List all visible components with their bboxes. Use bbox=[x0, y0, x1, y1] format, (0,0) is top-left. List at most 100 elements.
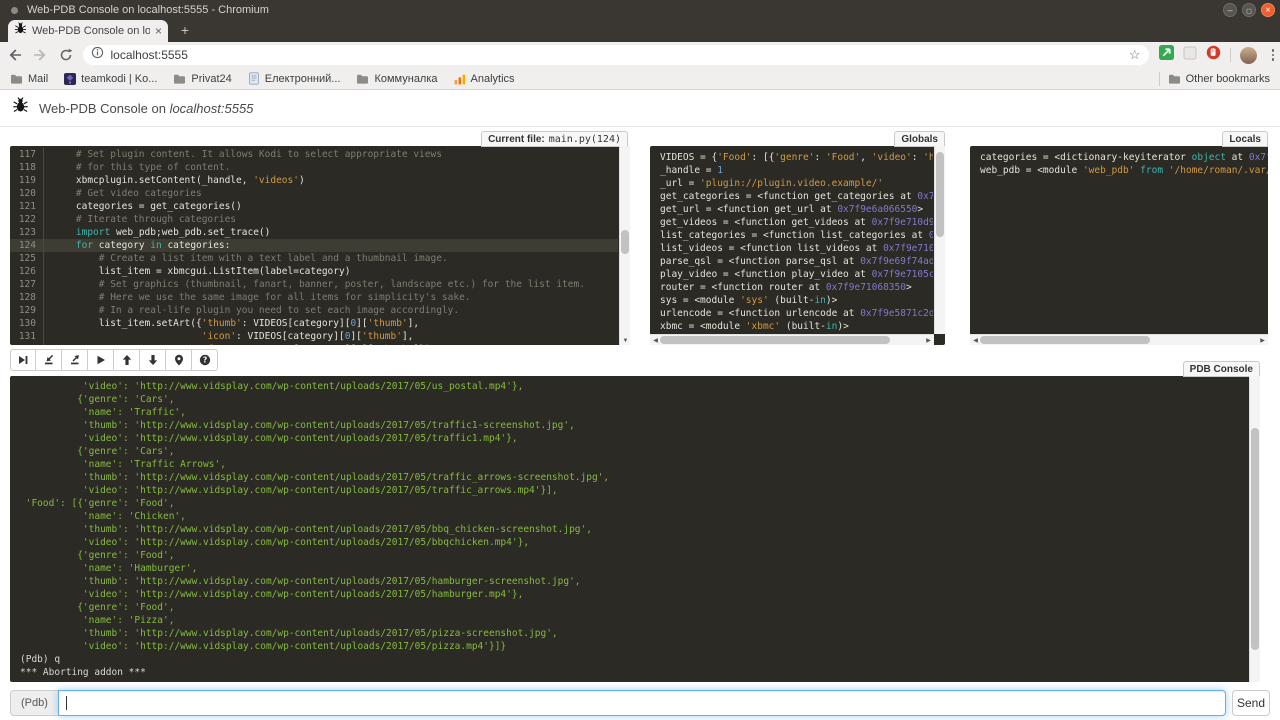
step-out-icon bbox=[69, 354, 81, 366]
code-line: 131 'icon': VIDEOS[category][0]['thumb']… bbox=[10, 330, 618, 343]
bookmark-label: Коммуналка bbox=[374, 73, 437, 85]
variable-line: list_videos = <function list_videos at 0… bbox=[660, 242, 933, 255]
variable-line: list_categories = <function list_categor… bbox=[660, 229, 933, 242]
line-number: 127 bbox=[10, 278, 44, 291]
up-button[interactable] bbox=[114, 349, 140, 371]
step-into-icon bbox=[43, 354, 55, 366]
tab-close-icon[interactable] bbox=[155, 25, 162, 37]
variable-line: get_url = <function get_url at 0x7f9e6a0… bbox=[660, 203, 933, 216]
console-line: 'name': 'Hamburger', bbox=[20, 562, 1248, 575]
folder-icon bbox=[10, 73, 23, 85]
extension-green-icon[interactable] bbox=[1159, 45, 1174, 65]
variable-line: xbmc = <module 'xbmc' (built-in)> bbox=[660, 320, 933, 333]
console-line: 'name': 'Chicken', bbox=[20, 510, 1248, 523]
console-line: 'thumb': 'http://www.vidsplay.com/wp-con… bbox=[20, 627, 1248, 640]
console-line: 'name': 'Traffic Arrows', bbox=[20, 458, 1248, 471]
scrollbar-thumb[interactable] bbox=[660, 336, 890, 344]
bookmark-item[interactable]: teamkodi | Ko... bbox=[64, 73, 157, 85]
bookmark-item[interactable]: Privat24 bbox=[173, 73, 231, 85]
command-input[interactable] bbox=[59, 691, 1225, 715]
console-line: 'video': 'http://www.vidsplay.com/wp-con… bbox=[20, 484, 1248, 497]
line-number: 124 bbox=[10, 239, 44, 252]
step-button[interactable] bbox=[36, 349, 62, 371]
console-line: 'video': 'http://www.vidsplay.com/wp-con… bbox=[20, 640, 1248, 653]
variable-line: urlencode = <function urlencode at 0x7f9… bbox=[660, 307, 933, 320]
scroll-down-icon[interactable]: ▼ bbox=[620, 338, 631, 344]
bookmark-item[interactable]: Mail bbox=[10, 73, 48, 85]
page-title: Web-PDB Console on localhost:5555 bbox=[39, 101, 253, 116]
return-button[interactable] bbox=[62, 349, 88, 371]
browser-menu-button[interactable] bbox=[1266, 49, 1280, 61]
folder-icon bbox=[173, 73, 186, 85]
other-bookmarks-button[interactable]: Other bookmarks bbox=[1168, 73, 1270, 85]
code-line: 121 categories = get_categories() bbox=[10, 200, 618, 213]
reload-button[interactable] bbox=[55, 45, 77, 65]
forward-button[interactable] bbox=[30, 45, 52, 65]
code-line: 119 xbmcplugin.setContent(_handle, 'vide… bbox=[10, 174, 618, 187]
code-line: 128 # Here we use the same image for all… bbox=[10, 291, 618, 304]
debugger-toolbar: ? bbox=[10, 349, 218, 371]
bookmark-star-icon[interactable] bbox=[1129, 47, 1141, 63]
page-info-icon[interactable] bbox=[91, 46, 104, 64]
maximize-button[interactable] bbox=[1242, 3, 1256, 17]
code-line: 132 'fanart': VIDEOS[category][0]['thumb… bbox=[10, 343, 618, 345]
code-line: 122 # Iterate through categories bbox=[10, 213, 618, 226]
console-vertical-scrollbar[interactable] bbox=[1249, 376, 1260, 682]
bookmarks-separator bbox=[1159, 72, 1160, 86]
bookmark-item[interactable]: Коммуналка bbox=[356, 73, 437, 85]
bookmark-item[interactable]: Електронний... bbox=[248, 72, 341, 85]
where-button[interactable] bbox=[166, 349, 192, 371]
code-line: 125 # Create a list item with a text lab… bbox=[10, 252, 618, 265]
help-button[interactable]: ? bbox=[192, 349, 218, 371]
tab-bar: Web-PDB Console on loca bbox=[0, 20, 1280, 42]
console-line: 'Food': [{'genre': 'Food', bbox=[20, 497, 1248, 510]
prompt-row: (Pdb) Send bbox=[10, 690, 1270, 716]
document-favicon bbox=[248, 72, 260, 85]
variable-line: _handle = 1 bbox=[660, 164, 933, 177]
pdb-console-panel: PDB Console 'video': 'http://www.vidspla… bbox=[10, 376, 1260, 682]
line-number: 120 bbox=[10, 187, 44, 200]
variable-line: get_categories = <function get_categorie… bbox=[660, 190, 933, 203]
variable-line: parse_qsl = <function parse_qsl at 0x7f9… bbox=[660, 255, 933, 268]
send-button[interactable]: Send bbox=[1232, 690, 1270, 716]
url-text[interactable]: localhost:5555 bbox=[111, 48, 1122, 62]
line-number: 131 bbox=[10, 330, 44, 343]
line-number: 117 bbox=[10, 148, 44, 161]
pdb-prompt-label: (Pdb) bbox=[10, 690, 58, 716]
scrollbar-thumb[interactable] bbox=[980, 336, 1150, 344]
console-line: 'thumb': 'http://www.vidsplay.com/wp-con… bbox=[20, 575, 1248, 588]
globals-vertical-scrollbar[interactable] bbox=[934, 146, 945, 334]
scrollbar-thumb[interactable] bbox=[936, 152, 944, 237]
next-button[interactable] bbox=[10, 349, 36, 371]
map-marker-icon bbox=[173, 354, 185, 366]
down-button[interactable] bbox=[140, 349, 166, 371]
scrollbar-thumb[interactable] bbox=[1251, 428, 1259, 650]
continue-button[interactable] bbox=[88, 349, 114, 371]
bookmark-item[interactable]: Analytics bbox=[454, 73, 515, 85]
scrollbar-thumb[interactable] bbox=[621, 230, 629, 254]
code-vertical-scrollbar[interactable]: ▼ bbox=[619, 146, 630, 345]
adblock-icon[interactable] bbox=[1206, 45, 1221, 65]
new-tab-button[interactable] bbox=[176, 22, 194, 38]
minimize-button[interactable] bbox=[1223, 3, 1237, 17]
line-number: 123 bbox=[10, 226, 44, 239]
globals-horizontal-scrollbar[interactable]: ◀ ▶ bbox=[650, 334, 934, 345]
line-number: 126 bbox=[10, 265, 44, 278]
profile-avatar[interactable] bbox=[1240, 47, 1257, 64]
svg-text:?: ? bbox=[202, 356, 206, 365]
variable-line: sys = <module 'sys' (built-in)> bbox=[660, 294, 933, 307]
globals-panel: Globals VIDEOS = {'Food': [{'genre': 'Fo… bbox=[650, 146, 945, 345]
browser-toolbar: localhost:5555 bbox=[0, 42, 1280, 68]
scroll-right-icon[interactable]: ▶ bbox=[1257, 337, 1268, 344]
locals-horizontal-scrollbar[interactable]: ◀ ▶ bbox=[970, 334, 1268, 345]
scroll-right-icon[interactable]: ▶ bbox=[923, 337, 934, 344]
current-file-panel: Current file: main.py(124) 117 # Set plu… bbox=[10, 146, 630, 345]
omnibox[interactable]: localhost:5555 bbox=[83, 45, 1149, 65]
bug-favicon-icon bbox=[14, 22, 27, 40]
line-number: 129 bbox=[10, 304, 44, 317]
back-button[interactable] bbox=[4, 45, 26, 65]
browser-tab[interactable]: Web-PDB Console on loca bbox=[8, 20, 168, 42]
extension-disabled-icon[interactable] bbox=[1183, 46, 1197, 65]
close-window-button[interactable] bbox=[1261, 3, 1275, 17]
console-line: 'video': 'http://www.vidsplay.com/wp-con… bbox=[20, 432, 1248, 445]
